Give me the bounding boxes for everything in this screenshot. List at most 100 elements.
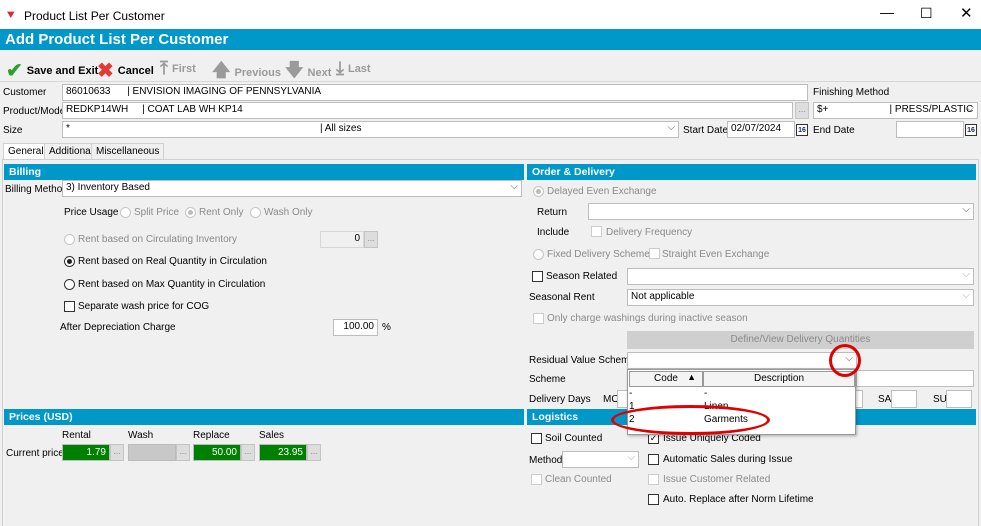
soil-counted-label: Soil Counted <box>545 433 603 444</box>
fixed-delivery-radio[interactable] <box>533 249 544 260</box>
rent-max-radio[interactable] <box>64 279 75 290</box>
automatic-sales-label: Automatic Sales during Issue <box>663 454 793 465</box>
minimize-button[interactable]: — <box>880 4 894 20</box>
fixed-delivery-label: Fixed Delivery Scheme <box>547 249 650 260</box>
toolbar: ✔ Save and Exit ✖ Cancel ⤒ First 🡅 Previous … <box>0 50 981 82</box>
rent-circulating-radio[interactable] <box>64 234 75 245</box>
wash-label: Wash <box>128 430 154 441</box>
tab-miscellaneous[interactable]: Miscellaneous <box>91 143 165 159</box>
next-label: Next <box>307 67 332 79</box>
last-button[interactable]: ⤓ Last <box>336 58 371 79</box>
method-select[interactable]: ⌵ <box>562 451 639 468</box>
product-browse-button[interactable]: ... <box>795 102 809 119</box>
prices-header: Prices (USD) <box>4 409 524 425</box>
rent-only-label: Rent Only <box>199 207 244 218</box>
replace-price-field[interactable]: 50.00 <box>193 444 241 461</box>
only-charge-checkbox[interactable] <box>533 313 544 324</box>
soil-counted-checkbox[interactable] <box>531 433 542 444</box>
wash-browse-button[interactable]: ... <box>176 444 190 461</box>
method-label: Method <box>529 455 563 466</box>
after-depreciation-field[interactable]: 100.00 <box>333 319 378 336</box>
rental-label: Rental <box>62 430 91 441</box>
rent-only-radio[interactable] <box>185 207 196 218</box>
split-price-label: Split Price <box>134 207 180 218</box>
delivery-days-label: Delivery Days <box>529 394 591 405</box>
sales-browse-button[interactable]: ... <box>307 444 321 461</box>
end-date-label: End Date <box>813 125 855 136</box>
dropdown-row[interactable]: -- <box>628 388 855 402</box>
wash-only-radio[interactable] <box>250 207 261 218</box>
previous-label: Previous <box>234 67 281 79</box>
rent-circulating-field[interactable]: 0 <box>320 231 364 248</box>
rental-price-field[interactable]: 1.79 <box>62 444 110 461</box>
delayed-even-exchange-radio[interactable] <box>533 186 544 197</box>
first-button[interactable]: ⤒ First <box>160 58 196 79</box>
chevron-down-icon: ⌵ <box>962 269 970 280</box>
wash-price-field[interactable] <box>128 444 176 461</box>
split-price-radio[interactable] <box>120 207 131 218</box>
title-bar: ⯆ Product List Per Customer — ☐ ✕ <box>0 0 981 29</box>
seasonal-rent-select[interactable]: Not applicable ⌵ <box>627 289 974 306</box>
finishing-method-select[interactable]: $+ | PRESS/PLASTIC ⌵ <box>813 102 978 119</box>
issue-customer-related-checkbox[interactable] <box>648 474 659 485</box>
row-description: - <box>704 388 708 399</box>
chevron-down-icon: ⌵ <box>962 204 970 215</box>
automatic-sales-checkbox[interactable] <box>648 454 659 465</box>
calendar-icon[interactable]: 16 <box>796 124 808 136</box>
scheme-field[interactable] <box>856 370 974 387</box>
tab-additional[interactable]: Additional <box>44 143 98 159</box>
sales-label: Sales <box>259 430 285 441</box>
season-related-checkbox[interactable] <box>532 271 543 282</box>
chevron-down-icon: ⌵ <box>966 103 974 114</box>
tab-general[interactable]: General <box>3 143 49 160</box>
seasonal-rent-value: Not applicable <box>631 291 695 302</box>
define-delivery-quantities-button[interactable]: Define/View Delivery Quantities <box>627 331 974 349</box>
description-column-header[interactable]: Description <box>703 371 855 387</box>
last-label: Last <box>347 62 371 75</box>
separate-wash-checkbox[interactable] <box>64 301 75 312</box>
auto-replace-checkbox[interactable] <box>648 494 659 505</box>
straight-even-exchange-checkbox[interactable] <box>649 248 660 259</box>
arrow-first-icon: ⤒ <box>160 58 168 78</box>
size-label: Size <box>3 125 23 136</box>
size-select[interactable]: * | All sizes ⌵ <box>62 121 679 138</box>
season-related-select[interactable]: ⌵ <box>627 268 974 285</box>
residual-value-scheme-select[interactable]: ⌵ <box>627 352 857 369</box>
sunday-field[interactable] <box>946 390 972 408</box>
finishing-value: $+ | PRESS/PLASTIC <box>817 104 974 115</box>
start-date-field[interactable]: 02/07/2024 <box>727 121 795 138</box>
saturday-field[interactable] <box>891 390 917 408</box>
rental-browse-button[interactable]: ... <box>110 444 124 461</box>
only-charge-label: Only charge washings during inactive sea… <box>547 313 748 324</box>
customer-field[interactable]: 86010633 | ENVISION IMAGING OF PENNSYLVA… <box>62 84 808 101</box>
rent-circulating-browse-button[interactable]: ... <box>364 231 378 248</box>
end-date-field[interactable] <box>896 121 964 138</box>
cancel-button[interactable]: ✖ Cancel <box>97 58 154 83</box>
maximize-button[interactable]: ☐ <box>920 5 933 22</box>
current-price-label: Current price <box>6 448 64 459</box>
replace-browse-button[interactable]: ... <box>241 444 255 461</box>
sales-price-field[interactable]: 23.95 <box>259 444 307 461</box>
delivery-frequency-label: Delivery Frequency <box>606 227 693 238</box>
sunday-label: SU <box>933 394 947 405</box>
billing-method-select[interactable]: 3) Inventory Based ⌵ <box>62 180 522 197</box>
issue-customer-related-label: Issue Customer Related <box>663 474 771 485</box>
wash-only-label: Wash Only <box>264 207 313 218</box>
percent-label: % <box>382 322 391 333</box>
app-logo-icon: ⯆ <box>6 8 16 22</box>
rent-real-radio[interactable] <box>64 256 75 267</box>
return-select[interactable]: ⌵ <box>588 203 974 220</box>
separate-wash-label: Separate wash price for COG <box>78 301 210 312</box>
delivery-frequency-checkbox[interactable] <box>591 226 602 237</box>
checkmark-icon: ✔ <box>6 60 23 82</box>
close-button[interactable]: ✕ <box>960 4 973 22</box>
product-field[interactable]: REDKP14WH | COAT LAB WH KP14 <box>62 102 793 119</box>
calendar-icon[interactable]: 16 <box>965 124 977 136</box>
code-column-header[interactable]: Code ▲ <box>629 371 703 387</box>
rent-circulating-label: Rent based on Circulating Inventory <box>78 234 237 245</box>
clean-counted-checkbox[interactable] <box>531 474 542 485</box>
chevron-down-icon: ⌵ <box>510 181 518 192</box>
cancel-label: Cancel <box>117 64 154 77</box>
save-and-exit-button[interactable]: ✔ Save and Exit <box>6 58 98 83</box>
billing-header: Billing <box>4 164 524 180</box>
